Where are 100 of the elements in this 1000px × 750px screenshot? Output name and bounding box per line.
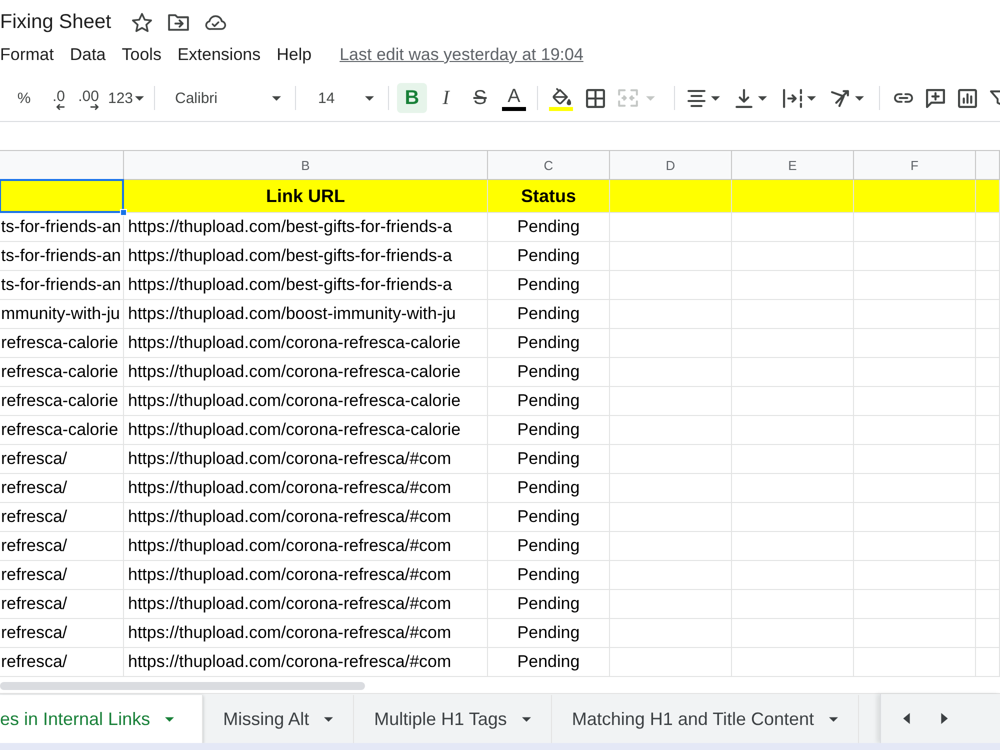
table-cell: mmunity-with-ju: [0, 300, 124, 328]
bar-chart-icon: [958, 88, 976, 108]
decrease-decimals-button[interactable]: .0: [40, 83, 68, 113]
percent-button[interactable]: %: [12, 83, 36, 113]
text-color-button[interactable]: A: [499, 83, 529, 113]
caret-icon: [135, 96, 144, 100]
table-cell: Pending: [488, 329, 610, 357]
folder-arrow-icon[interactable]: [168, 14, 190, 30]
menu-item[interactable]: Tools: [122, 45, 162, 65]
arrow-down-to-line-icon: [735, 88, 753, 108]
table-cell: https://thupload.com/corona-refresca-calorie: [124, 329, 488, 357]
table-cell: Pending: [488, 503, 610, 531]
table-cell: refresca/: [0, 503, 124, 531]
column-header[interactable]: B: [124, 151, 488, 179]
bold-button[interactable]: B: [397, 83, 427, 113]
table-cell: refresca-calorie: [0, 416, 124, 444]
column-header[interactable]: F: [854, 151, 976, 179]
table-cell: Pending: [488, 387, 610, 415]
font-dropdown[interactable]: Calibri: [163, 83, 287, 113]
table-cell: Pending: [488, 619, 610, 647]
table-cell: Pending: [488, 271, 610, 299]
arrow-left-icon: [56, 104, 65, 110]
grid-icon: [586, 88, 604, 108]
table-cell: Pending: [488, 445, 610, 473]
table-cell: https://thupload.com/corona-refresca-calorie: [124, 358, 488, 386]
menu-item[interactable]: Format: [0, 45, 54, 65]
font-size-dropdown[interactable]: 14: [304, 83, 380, 113]
last-edit-link[interactable]: Last edit was yesterday at 19:04: [340, 45, 584, 65]
table-cell: Pending: [488, 474, 610, 502]
table-cell: Pending: [488, 648, 610, 676]
caret-icon: [807, 96, 816, 100]
caret-icon: [829, 716, 838, 722]
table-cell: https://thupload.com/corona-refresca-calorie: [124, 387, 488, 415]
cloud-check-icon[interactable]: [205, 14, 228, 30]
table-cell: https://thupload.com/best-gifts-for-friends-a: [124, 271, 488, 299]
number-format-dropdown[interactable]: 123: [106, 83, 146, 113]
sheet-tab[interactable]: es in Internal Links: [0, 695, 204, 743]
fill-handle[interactable]: [120, 209, 127, 216]
caret-icon: [324, 716, 334, 722]
table-cell: ts-for-friends-an: [0, 242, 124, 270]
caret-icon: [272, 96, 281, 100]
table-cell: https://thupload.com/best-gifts-for-friends-a: [124, 242, 488, 270]
table-cell: https://thupload.com/corona-refresca/#com: [124, 648, 488, 676]
table-cell: Pending: [488, 590, 610, 618]
table-cell: https://thupload.com/corona-refresca/#com: [124, 503, 488, 531]
menu-item[interactable]: Data: [70, 45, 106, 65]
star-icon[interactable]: [132, 12, 152, 32]
table-cell: refresca/: [0, 619, 124, 647]
caret-icon: [758, 96, 767, 100]
table-cell: refresca/: [0, 445, 124, 473]
text-align-icon: [687, 90, 706, 106]
table-cell: Pending: [488, 213, 610, 241]
column-header[interactable]: D: [610, 151, 732, 179]
merge-icon: [618, 89, 638, 107]
header-cell: Link URL: [124, 180, 488, 212]
table-cell: refresca/: [0, 590, 124, 618]
table-cell: Pending: [488, 358, 610, 386]
table-cell: refresca/: [0, 648, 124, 676]
caret-icon: [365, 96, 374, 100]
table-cell: refresca/: [0, 532, 124, 560]
table-cell: refresca-calorie: [0, 329, 124, 357]
table-cell: Pending: [488, 532, 610, 560]
table-cell: https://thupload.com/corona-refresca/#com: [124, 590, 488, 618]
table-cell: refresca-calorie: [0, 387, 124, 415]
table-cell: https://thupload.com/corona-refresca/#com: [124, 561, 488, 589]
table-cell: https://thupload.com/corona-refresca/#com: [124, 532, 488, 560]
table-cell: ts-for-friends-an: [0, 213, 124, 241]
caret-right-icon[interactable]: [941, 713, 948, 724]
text-rotate-icon: [831, 89, 850, 107]
table-cell: ts-for-friends-an: [0, 271, 124, 299]
column-header[interactable]: C: [488, 151, 610, 179]
table-cell: https://thupload.com/corona-refresca/#com: [124, 445, 488, 473]
table-cell: Pending: [488, 416, 610, 444]
text-wrap-icon: [783, 88, 802, 108]
document-title[interactable]: Fixing Sheet: [0, 10, 112, 34]
table-cell: https://thupload.com/corona-refresca/#com: [124, 474, 488, 502]
table-cell: https://thupload.com/corona-refresca-calorie: [124, 416, 488, 444]
caret-left-icon[interactable]: [903, 713, 910, 724]
caret-icon: [646, 96, 655, 100]
table-cell: refresca/: [0, 474, 124, 502]
table-cell: https://thupload.com/best-gifts-for-friends-a: [124, 213, 488, 241]
caret-icon: [855, 96, 864, 100]
table-cell: Pending: [488, 242, 610, 270]
comment-plus-icon: [926, 88, 944, 108]
horizontal-scrollbar[interactable]: [0, 682, 365, 690]
paint-bucket-icon: [551, 88, 571, 106]
strikethrough-button[interactable]: S: [465, 83, 495, 113]
table-cell: https://thupload.com/corona-refresca/#com: [124, 619, 488, 647]
italic-button[interactable]: I: [431, 83, 461, 113]
header-cell: Status: [488, 180, 610, 212]
caret-icon: [165, 716, 174, 722]
menu-item[interactable]: Extensions: [177, 45, 261, 65]
table-cell: Pending: [488, 300, 610, 328]
link-icon: [892, 92, 914, 104]
menu-item[interactable]: Help: [276, 45, 312, 65]
increase-decimals-button[interactable]: .00: [72, 83, 102, 113]
table-cell: Pending: [488, 561, 610, 589]
caret-icon: [711, 96, 720, 100]
column-header[interactable]: E: [732, 151, 854, 179]
table-cell: refresca-calorie: [0, 358, 124, 386]
